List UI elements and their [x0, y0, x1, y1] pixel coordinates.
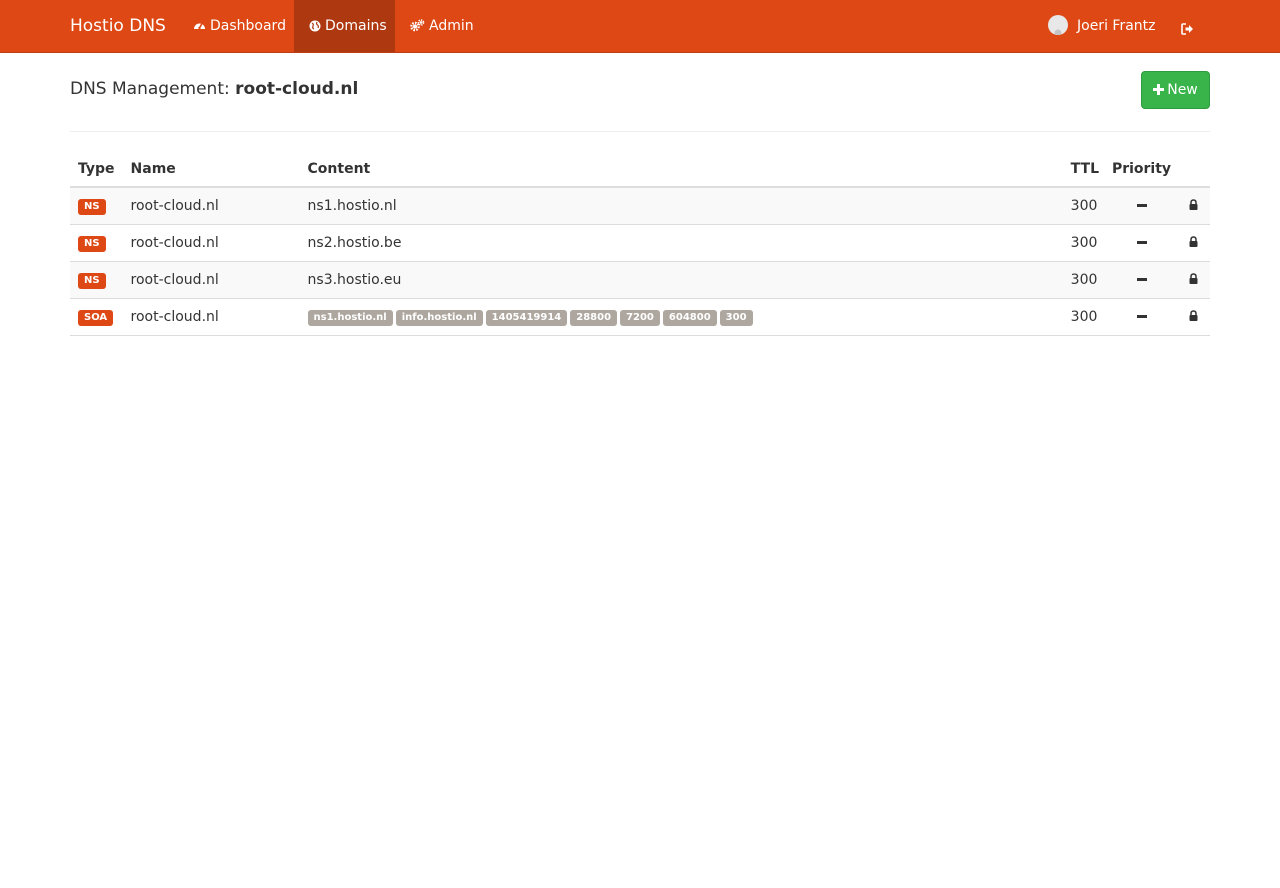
- record-content: ns3.hostio.eu: [299, 261, 1063, 299]
- record-type-badge: NS: [78, 198, 106, 215]
- column-header-priority[interactable]: Priority: [1107, 151, 1176, 188]
- minus-icon: [1136, 278, 1147, 281]
- table-header-row: Type Name Content TTL Priority: [70, 151, 1210, 188]
- lock-icon: [1189, 235, 1198, 247]
- nav-dashboard[interactable]: Dashboard: [178, 0, 301, 52]
- column-header-ttl[interactable]: TTL: [1062, 151, 1107, 188]
- new-record-button[interactable]: New: [1141, 71, 1210, 109]
- record-type-badge: NS: [78, 235, 106, 252]
- page-title: DNS Management: root-cloud.nl: [70, 79, 358, 99]
- globe-icon: [309, 20, 321, 32]
- table-row[interactable]: SOA root-cloud.nl ns1.hostio.nl info.host…: [70, 298, 1210, 336]
- divider: [70, 131, 1210, 132]
- soa-primary-ns: ns1.hostio.nl: [307, 309, 393, 326]
- column-header-content[interactable]: Content: [299, 151, 1063, 188]
- page-title-prefix: DNS Management:: [70, 79, 230, 99]
- lock-icon: [1189, 198, 1198, 210]
- record-name: root-cloud.nl: [122, 224, 300, 262]
- cogs-icon: [410, 19, 425, 32]
- minus-icon: [1136, 204, 1147, 208]
- minus-icon: [1136, 315, 1147, 318]
- top-navbar: Hostio DNS Dashboard Domains Admin Joeri…: [0, 0, 1280, 53]
- user-name: Joeri Frantz: [1077, 18, 1156, 34]
- record-type-badge: NS: [78, 272, 106, 289]
- nav-domains-label: Domains: [325, 18, 387, 34]
- dns-records-table: Type Name Content TTL Priority NS root-c…: [70, 151, 1210, 336]
- soa-retry: 7200: [620, 309, 660, 326]
- table-row[interactable]: NS root-cloud.nl ns3.hostio.eu 300: [70, 261, 1210, 299]
- nav-admin[interactable]: Admin: [395, 0, 489, 52]
- minus-icon: [1136, 241, 1147, 244]
- nav-admin-label: Admin: [429, 18, 474, 34]
- soa-hostmaster: info.hostio.nl: [395, 309, 483, 326]
- soa-minimum: 300: [719, 309, 753, 326]
- sign-out-button[interactable]: [1181, 20, 1194, 39]
- record-name: root-cloud.nl: [122, 187, 300, 225]
- dashboard-icon: [194, 23, 205, 30]
- nav-domains[interactable]: Domains: [294, 0, 395, 52]
- avatar: [1048, 15, 1068, 35]
- record-ttl: 300: [1062, 187, 1107, 225]
- table-row[interactable]: NS root-cloud.nl ns1.hostio.nl 300: [70, 187, 1210, 225]
- record-name: root-cloud.nl: [122, 298, 300, 336]
- plus-icon: [1153, 84, 1165, 95]
- user-menu[interactable]: Joeri Frantz: [1048, 0, 1155, 53]
- record-ttl: 300: [1062, 298, 1107, 336]
- record-content: ns2.hostio.be: [299, 224, 1063, 262]
- page-title-domain: root-cloud.nl: [235, 79, 359, 99]
- column-header-name[interactable]: Name: [122, 151, 300, 188]
- column-header-actions: [1176, 151, 1210, 188]
- soa-serial: 1405419914: [485, 309, 568, 326]
- record-ttl: 300: [1062, 261, 1107, 299]
- sign-out-icon: [1181, 23, 1193, 35]
- lock-icon: [1189, 309, 1198, 321]
- record-content: ns1.hostio.nl: [299, 187, 1063, 225]
- nav-dashboard-label: Dashboard: [210, 18, 286, 34]
- soa-refresh: 28800: [570, 309, 618, 326]
- lock-icon: [1189, 272, 1198, 284]
- new-button-label: New: [1167, 82, 1198, 98]
- table-row[interactable]: NS root-cloud.nl ns2.hostio.be 300: [70, 224, 1210, 262]
- record-content: ns1.hostio.nl info.hostio.nl 1405419914 288…: [299, 298, 1063, 336]
- record-ttl: 300: [1062, 224, 1107, 262]
- record-type-badge: SOA: [78, 309, 114, 326]
- column-header-type[interactable]: Type: [70, 151, 123, 188]
- soa-expire: 604800: [662, 309, 717, 326]
- brand-logo[interactable]: Hostio DNS: [70, 0, 166, 53]
- record-name: root-cloud.nl: [122, 261, 300, 299]
